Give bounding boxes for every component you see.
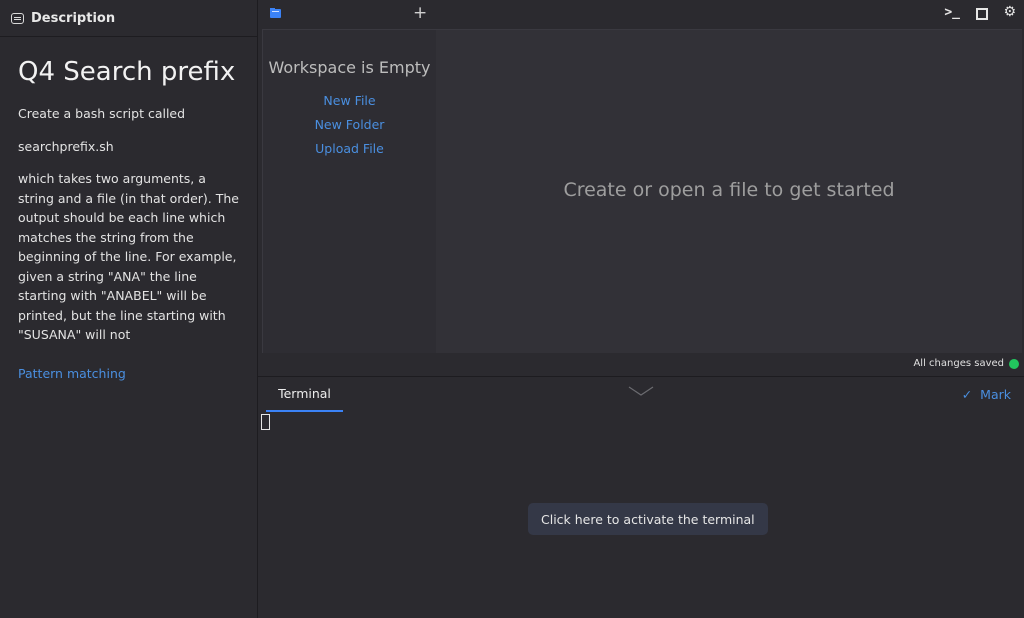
folder-icon[interactable]: [270, 8, 281, 18]
description-paragraph: which takes two arguments, a string and …: [18, 171, 239, 342]
description-panel: Description Q4 Search prefix Create a ba…: [0, 0, 258, 618]
mark-button[interactable]: ✓ Mark: [962, 387, 1011, 402]
save-status-dot: [1009, 358, 1019, 369]
terminal-cursor: [261, 414, 270, 430]
workspace-sidebar: Workspace is Empty New File New Folder U…: [262, 29, 437, 353]
pattern-matching-link[interactable]: Pattern matching: [18, 366, 126, 381]
check-icon: ✓: [961, 387, 973, 402]
new-file-link[interactable]: New File: [263, 93, 436, 108]
activate-terminal-button[interactable]: Click here to activate the terminal: [528, 503, 768, 535]
tab-terminal[interactable]: Terminal: [266, 377, 343, 412]
terminal-body[interactable]: Click here to activate the terminal: [258, 412, 1024, 618]
description-paragraph: Create a bash script called: [18, 106, 186, 121]
new-folder-link[interactable]: New Folder: [263, 117, 436, 132]
fullscreen-icon[interactable]: [976, 8, 988, 20]
description-icon: [11, 12, 24, 24]
save-status-label: All changes saved: [913, 358, 1004, 369]
workspace-toolbar: + >_ ⚙: [258, 0, 1024, 28]
description-body: Q4 Search prefix Create a bash script ca…: [0, 57, 257, 382]
terminal-icon[interactable]: >_: [944, 5, 960, 20]
terminal-header: Terminal ✓ Mark: [258, 376, 1024, 413]
add-tab-button[interactable]: +: [413, 3, 427, 23]
description-header: Description: [0, 0, 257, 37]
save-status: All changes saved: [913, 358, 1019, 369]
editor-placeholder: Create or open a file to get started: [563, 179, 895, 201]
chevron-down-icon[interactable]: [628, 385, 654, 399]
upload-file-link[interactable]: Upload File: [263, 141, 436, 156]
gear-icon[interactable]: ⚙: [1003, 4, 1016, 20]
description-header-label: Description: [31, 10, 116, 26]
editor-area[interactable]: Create or open a file to get started: [436, 29, 1022, 353]
mark-button-label: Mark: [980, 387, 1011, 402]
question-title: Q4 Search prefix: [18, 57, 236, 87]
workspace-empty-title: Workspace is Empty: [268, 58, 431, 77]
description-paragraph: searchprefix.sh: [18, 138, 114, 154]
